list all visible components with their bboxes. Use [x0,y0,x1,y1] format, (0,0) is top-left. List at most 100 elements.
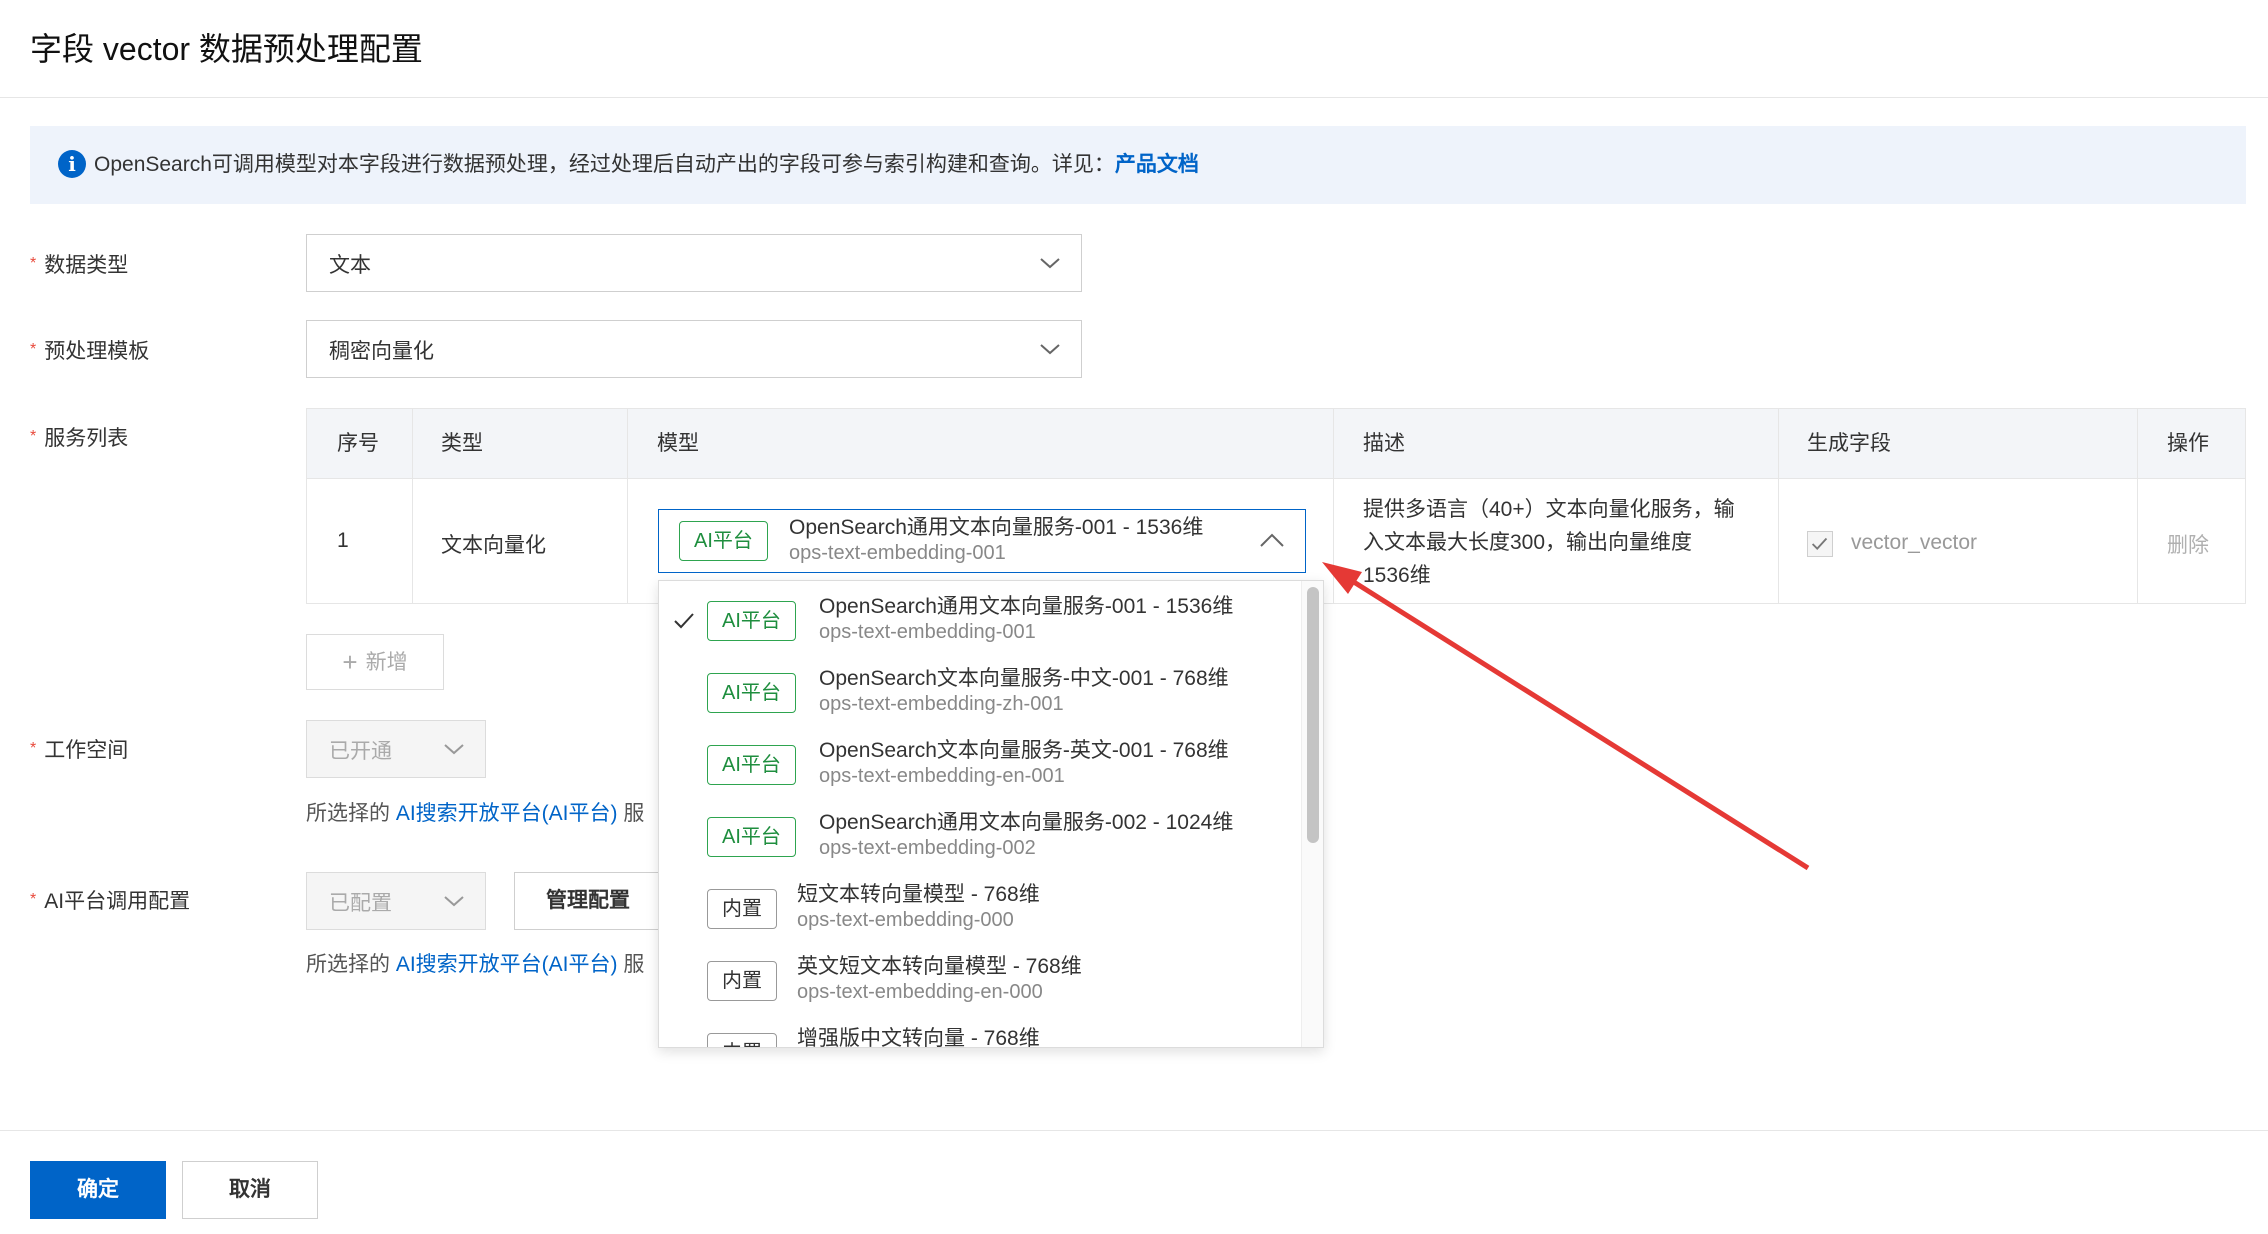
required-mark: * [30,341,37,358]
col-header-type: 类型 [441,432,483,455]
manage-config-button[interactable]: 管理配置 [514,872,662,930]
col-header-action: 操作 [2167,432,2209,455]
option-sub: ops-text-embedding-000 [797,909,1014,931]
template-value: 稠密向量化 [329,340,434,363]
dropdown-option[interactable]: AI平台 OpenSearch文本向量服务-英文-001 - 768维 ops-te… [659,729,1299,801]
field-name: vector_vector [1851,531,1978,554]
model-title: OpenSearch通用文本向量服务-001 - 1536维 [789,516,1204,539]
ai-platform-link[interactable]: AI搜索开放平台(AI平台) [396,802,618,825]
service-list-label: * 服务列表 [30,422,128,452]
dropdown-option[interactable]: AI平台 OpenSearch通用文本向量服务-002 - 1024维 ops-te… [659,801,1299,873]
data-type-select[interactable]: 文本 [306,234,1082,292]
col-header-desc: 描述 [1363,432,1405,455]
desc-line: 1536维 [1363,564,1431,587]
chevron-down-icon [444,896,464,907]
col-header-model: 模型 [657,432,699,455]
option-sub: ops-text-embedding-002 [819,837,1036,859]
info-text: OpenSearch可调用模型对本字段进行数据预处理，经过处理后自动产出的字段可… [94,150,1199,180]
option-title: 增强版中文转向量 - 768维 [797,1027,1040,1048]
workspace-select[interactable]: 已开通 [306,720,486,778]
option-sub: ops-text-embedding-en-001 [819,765,1065,787]
template-select[interactable]: 稠密向量化 [306,320,1082,378]
model-sub: ops-text-embedding-001 [789,542,1006,564]
dialog-header: 字段 vector 数据预处理配置 [0,0,2268,98]
option-title: 英文短文本转向量模型 - 768维 [797,955,1082,978]
template-label: * 预处理模板 [30,335,149,365]
builtin-tag: 内置 [707,961,777,1001]
confirm-button[interactable]: 确定 [30,1161,166,1219]
ai-platform-tag: AI平台 [679,521,768,561]
page-title: 字段 vector 数据预处理配置 [30,31,423,67]
info-icon: i [58,150,86,178]
ai-config-label: * AI平台调用配置 [30,885,190,915]
builtin-tag: 内置 [707,1033,777,1047]
helper-prefix: 所选择的 [306,802,390,825]
add-button-label: 新增 [365,651,408,674]
option-title: OpenSearch文本向量服务-英文-001 - 768维 [819,739,1229,762]
required-mark: * [30,891,37,908]
ai-platform-link[interactable]: AI搜索开放平台(AI平台) [396,953,618,976]
chevron-up-icon[interactable] [1259,530,1285,552]
dropdown-scrollbar[interactable] [1307,587,1319,843]
chevron-down-icon [1040,344,1060,355]
workspace-helper: 所选择的 AI搜索开放平台(AI平台) 服 [306,797,644,827]
check-icon [1811,537,1828,550]
column-divider [627,409,628,603]
plus-icon: + [342,647,358,677]
add-button[interactable]: + 新增 [306,634,444,690]
dialog-footer: 确定 取消 [0,1130,2268,1234]
row-type: 文本向量化 [441,534,546,557]
workspace-label-text: 工作空间 [44,739,129,762]
dropdown-option[interactable]: 内置 增强版中文转向量 - 768维 [659,1017,1299,1048]
col-header-field: 生成字段 [1807,432,1891,455]
col-header-index: 序号 [337,432,379,455]
builtin-tag: 内置 [707,889,777,929]
dropdown-option[interactable]: 内置 英文短文本转向量模型 - 768维 ops-text-embedding-en… [659,945,1299,1017]
dropdown-option[interactable]: AI平台 OpenSearch通用文本向量服务-001 - 1536维 ops-te… [659,585,1299,657]
ai-config-label-text: AI平台调用配置 [44,890,191,913]
ai-platform-tag: AI平台 [707,601,796,641]
option-title: 短文本转向量模型 - 768维 [797,883,1040,906]
row-index: 1 [337,529,349,552]
required-mark: * [30,740,37,757]
chevron-down-icon [444,744,464,755]
delete-button[interactable]: 删除 [2167,529,2209,559]
desc-line: 入文本最大长度300，输出向量维度 [1363,531,1693,554]
table-header: 序号 类型 模型 描述 生成字段 操作 [307,409,2245,479]
ai-platform-tag: AI平台 [707,745,796,785]
column-divider [412,409,413,603]
checkmark-icon [674,613,694,629]
service-table: 序号 类型 模型 描述 生成字段 操作 1 文本向量化 AI平台 OpenSea… [306,408,2246,604]
option-sub: ops-text-embedding-001 [819,621,1036,643]
column-divider [2137,409,2138,603]
column-divider [1778,409,1779,603]
product-docs-link[interactable]: 产品文档 [1115,153,1199,176]
ai-platform-tag: AI平台 [707,673,796,713]
required-mark: * [30,255,37,272]
model-dropdown[interactable]: AI平台 OpenSearch通用文本向量服务-001 - 1536维 ops-te… [658,580,1324,1048]
dropdown-option[interactable]: AI平台 OpenSearch文本向量服务-中文-001 - 768维 ops-te… [659,657,1299,729]
workspace-value: 已开通 [329,740,392,763]
option-title: OpenSearch通用文本向量服务-001 - 1536维 [819,595,1234,618]
data-type-label: * 数据类型 [30,249,128,279]
ai-config-value: 已配置 [329,892,392,915]
dropdown-option[interactable]: 内置 短文本转向量模型 - 768维 ops-text-embedding-000 [659,873,1299,945]
template-label-text: 预处理模板 [44,340,150,363]
row-description: 提供多语言（40+）文本向量化服务，输 入文本最大长度300，输出向量维度 15… [1363,493,1735,592]
data-type-label-text: 数据类型 [44,254,129,277]
helper-suffix: 服 [623,802,645,825]
option-sub: ops-text-embedding-zh-001 [819,693,1064,715]
field-checkbox[interactable] [1807,531,1833,557]
required-mark: * [30,428,37,445]
info-message: OpenSearch可调用模型对本字段进行数据预处理，经过处理后自动产出的字段可… [94,153,1115,176]
option-sub: ops-text-embedding-en-000 [797,981,1043,1003]
desc-line: 提供多语言（40+）文本向量化服务，输 [1363,498,1735,521]
ai-config-select[interactable]: 已配置 [306,872,486,930]
ai-config-helper: 所选择的 AI搜索开放平台(AI平台) 服 [306,948,644,978]
option-title: OpenSearch通用文本向量服务-002 - 1024维 [819,811,1234,834]
helper-prefix: 所选择的 [306,953,390,976]
model-select[interactable]: AI平台 OpenSearch通用文本向量服务-001 - 1536维 ops-… [658,509,1306,573]
cancel-button[interactable]: 取消 [182,1161,318,1219]
ai-platform-tag: AI平台 [707,817,796,857]
column-divider [1333,409,1334,603]
